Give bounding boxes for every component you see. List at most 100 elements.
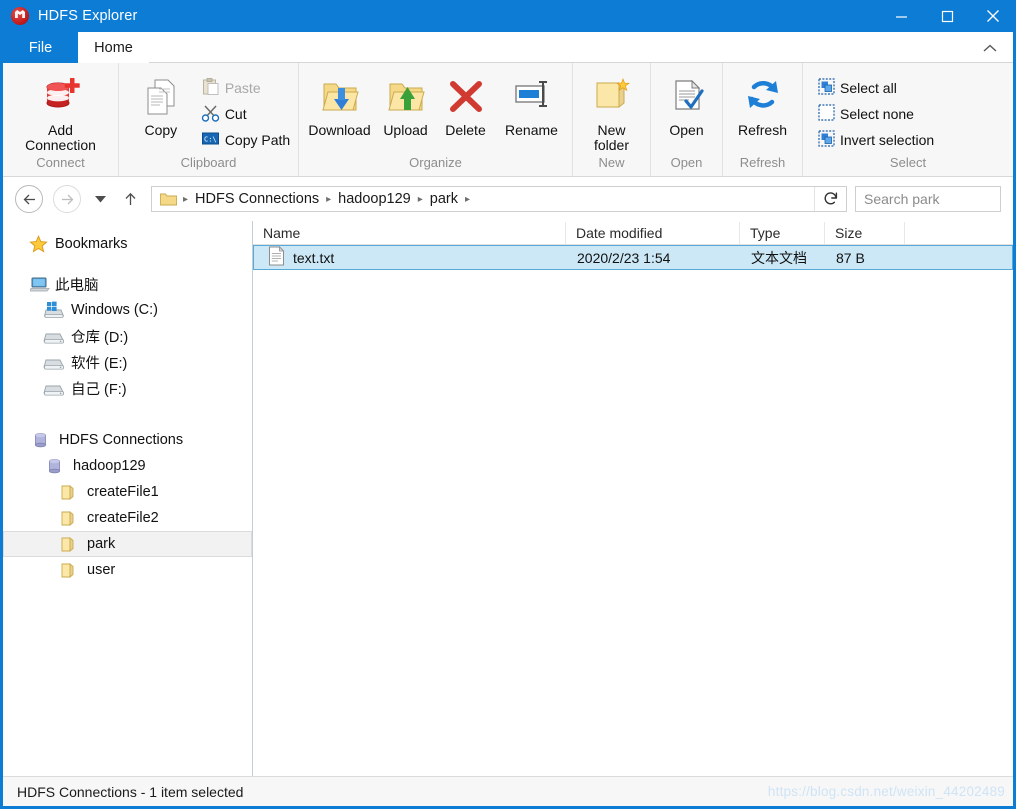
folder-icon [55, 562, 81, 579]
add-connection-button[interactable]: Add Connection [9, 71, 113, 153]
column-header-type[interactable]: Type [740, 221, 825, 244]
paste-button[interactable]: Paste [198, 75, 293, 101]
back-button[interactable] [15, 185, 43, 213]
rename-button[interactable]: Rename [496, 71, 568, 138]
column-header-size[interactable]: Size [825, 221, 905, 244]
ribbon-group-label-select: Select [889, 155, 927, 170]
sidebar-item-label: hadoop129 [73, 458, 146, 474]
ribbon-group-select: Select all Select none Invert selection … [803, 63, 1013, 176]
close-icon[interactable] [970, 0, 1013, 32]
refresh-icon[interactable] [814, 187, 846, 211]
sidebar-item-drive-f[interactable]: 自己 (F:) [3, 375, 252, 401]
ribbon-group-label-new: New [598, 155, 625, 170]
sidebar-item-createfile1[interactable]: createFile1 [3, 479, 252, 505]
ribbon-group-refresh: Refresh Refresh [723, 63, 803, 176]
file-list-pane[interactable]: Name Date modified Type Size text.txt 20… [253, 221, 1013, 776]
delete-button[interactable]: Delete [436, 71, 496, 138]
column-header-name[interactable]: Name [253, 221, 566, 244]
paste-icon [201, 77, 220, 99]
ribbon-group-label-connect: Connect [36, 155, 85, 170]
up-button[interactable] [119, 186, 141, 212]
search-box[interactable] [855, 186, 1013, 212]
table-row[interactable]: text.txt 2020/2/23 1:54 文本文档 87 B [253, 245, 1013, 270]
chevron-up-icon[interactable] [979, 38, 1001, 58]
sidebar-item-drive-c[interactable]: Windows (C:) [3, 297, 252, 323]
refresh-arrows-icon [741, 73, 785, 121]
clipboard-small-buttons: Paste Cut C:\ Copy Path [198, 71, 293, 153]
history-dropdown-button[interactable] [89, 186, 111, 212]
breadcrumb[interactable]: ▸ HDFS Connections ▸ hadoop129 ▸ park ▸ [151, 186, 847, 212]
file-size-cell: 87 B [836, 249, 865, 266]
sidebar-item-label: 仓库 (D:) [71, 329, 129, 346]
breadcrumb-item-park[interactable]: park [423, 191, 465, 207]
database-add-icon [39, 73, 83, 121]
invert-selection-icon [818, 130, 835, 150]
folder-icon [55, 510, 81, 527]
maximize-icon[interactable] [924, 0, 970, 32]
status-text: HDFS Connections - 1 item selected [17, 783, 244, 800]
sidebar-item-user[interactable]: user [3, 557, 252, 583]
cut-button[interactable]: Cut [198, 101, 293, 127]
ribbon-group-label-refresh: Refresh [739, 155, 786, 170]
title-bar: HDFS Explorer [3, 0, 1013, 32]
ribbon-tab-strip: File Home [3, 32, 1013, 63]
open-label: Open [669, 122, 704, 138]
new-folder-button[interactable]: New folder [576, 71, 648, 153]
sidebar-item-label: 自己 (F:) [71, 381, 127, 398]
upload-button[interactable]: Upload [376, 71, 436, 138]
invert-selection-button[interactable]: Invert selection [815, 127, 937, 153]
sidebar-item-createfile2[interactable]: createFile2 [3, 505, 252, 531]
open-button[interactable]: Open [654, 71, 720, 138]
sidebar-item-drive-d[interactable]: 仓库 (D:) [3, 323, 252, 349]
invert-selection-label: Invert selection [840, 132, 935, 148]
breadcrumb-item-hadoop129[interactable]: hadoop129 [331, 191, 418, 207]
column-header-date-modified[interactable]: Date modified [566, 221, 740, 244]
scissors-icon [201, 103, 220, 125]
tab-home[interactable]: Home [78, 32, 149, 63]
refresh-button[interactable]: Refresh [726, 71, 800, 138]
file-list-header: Name Date modified Type Size [253, 221, 1013, 245]
drive-icon [41, 379, 67, 397]
navigation-sidebar[interactable]: Bookmarks 此电脑 Windows (C:) 仓库 (D:) 软件 (E… [3, 221, 253, 776]
drive-icon [41, 353, 67, 371]
sidebar-item-label: createFile2 [87, 510, 159, 526]
folder-download-icon [317, 73, 363, 121]
copy-documents-icon [140, 73, 182, 121]
sidebar-item-bookmarks[interactable]: Bookmarks [3, 231, 252, 257]
database-icon [41, 458, 67, 475]
tab-strip-filler [149, 32, 1013, 63]
select-all-button[interactable]: Select all [815, 75, 937, 101]
sidebar-item-label: HDFS Connections [59, 432, 184, 448]
folder-icon [55, 484, 81, 501]
sidebar-divider [3, 257, 252, 271]
minimize-icon[interactable] [878, 0, 924, 32]
address-bar-row: ▸ HDFS Connections ▸ hadoop129 ▸ park ▸ [3, 177, 1013, 221]
copy-button[interactable]: Copy [124, 71, 198, 138]
drive-icon [41, 327, 67, 345]
ribbon-group-organize: Download Upload Delete Rename Organize [299, 63, 573, 176]
ribbon-group-label-open: Open [670, 155, 703, 170]
svg-text:C:\: C:\ [204, 136, 217, 144]
ribbon-group-new: New folder New [573, 63, 651, 176]
forward-button[interactable] [53, 185, 81, 213]
select-none-icon [818, 104, 835, 124]
sidebar-item-hadoop129[interactable]: hadoop129 [3, 453, 252, 479]
select-all-icon [818, 78, 835, 98]
search-input[interactable] [856, 188, 1013, 210]
sidebar-item-hdfs-connections[interactable]: HDFS Connections [3, 427, 252, 453]
breadcrumb-separator[interactable]: ▸ [465, 194, 470, 205]
sidebar-item-park[interactable]: park [3, 531, 252, 557]
delete-label: Delete [445, 122, 486, 138]
ribbon-toolbar: Add Connection Connect Copy Paste Cut C:… [3, 63, 1013, 177]
copy-path-button[interactable]: C:\ Copy Path [198, 127, 293, 153]
window-controls [878, 0, 1013, 32]
status-bar: HDFS Connections - 1 item selected https… [3, 776, 1013, 806]
breadcrumb-item-hdfs-connections[interactable]: HDFS Connections [188, 191, 326, 207]
download-button[interactable]: Download [304, 71, 376, 138]
sidebar-item-drive-e[interactable]: 软件 (E:) [3, 349, 252, 375]
select-none-button[interactable]: Select none [815, 101, 937, 127]
select-all-label: Select all [840, 80, 897, 96]
sidebar-item-this-pc[interactable]: 此电脑 [3, 271, 252, 297]
text-file-icon [268, 246, 285, 269]
tab-file[interactable]: File [3, 32, 78, 63]
